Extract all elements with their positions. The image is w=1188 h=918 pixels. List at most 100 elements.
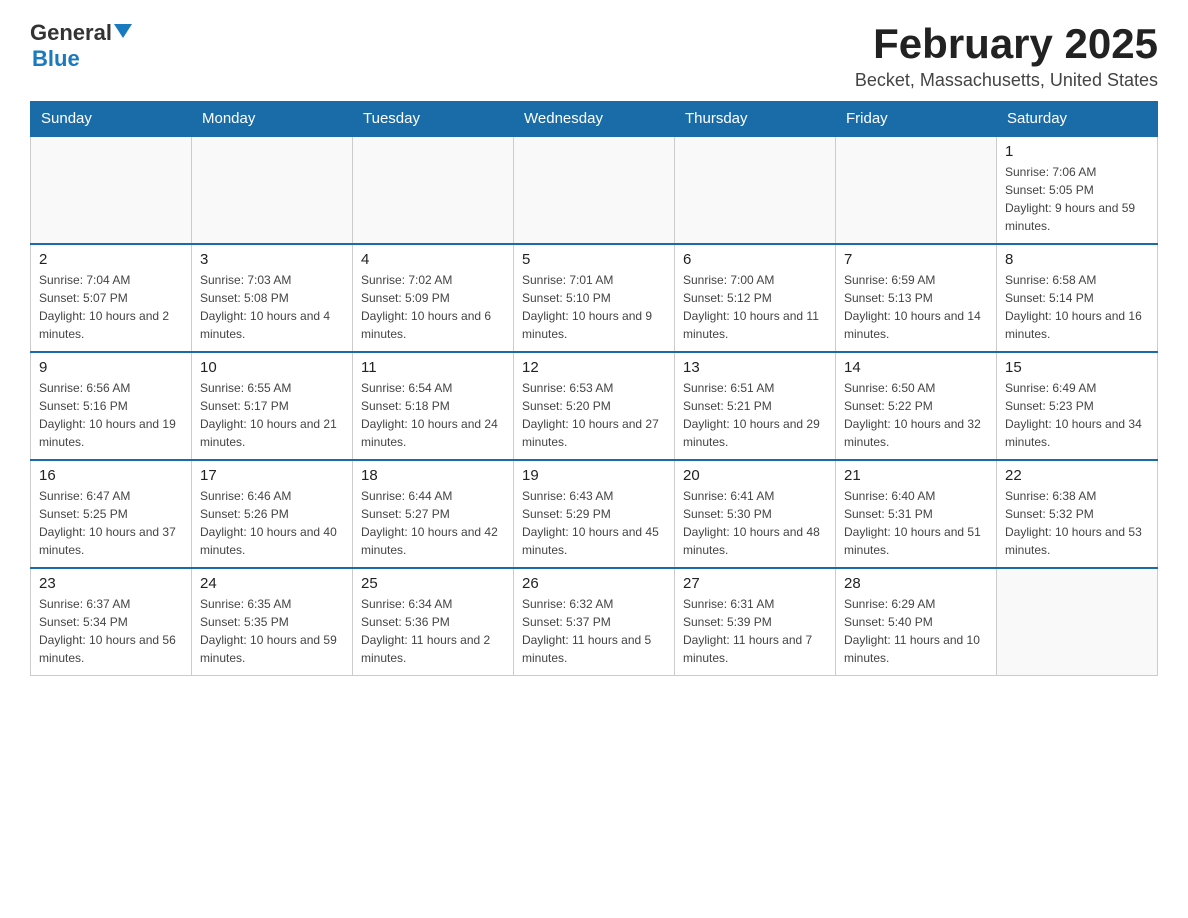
day-number: 1 bbox=[1005, 143, 1149, 160]
day-info: Sunrise: 6:55 AM Sunset: 5:17 PM Dayligh… bbox=[200, 379, 344, 451]
day-number: 16 bbox=[39, 467, 183, 484]
day-info: Sunrise: 6:46 AM Sunset: 5:26 PM Dayligh… bbox=[200, 487, 344, 559]
calendar-cell: 22Sunrise: 6:38 AM Sunset: 5:32 PM Dayli… bbox=[997, 460, 1158, 568]
day-number: 7 bbox=[844, 251, 988, 268]
page-header: General Blue February 2025 Becket, Massa… bbox=[30, 20, 1158, 91]
day-number: 13 bbox=[683, 359, 827, 376]
day-info: Sunrise: 7:01 AM Sunset: 5:10 PM Dayligh… bbox=[522, 271, 666, 343]
day-number: 17 bbox=[200, 467, 344, 484]
weekday-header-sunday: Sunday bbox=[31, 102, 192, 137]
day-info: Sunrise: 7:00 AM Sunset: 5:12 PM Dayligh… bbox=[683, 271, 827, 343]
calendar-cell: 4 Sunrise: 7:02 AM Sunset: 5:09 PM Daylig… bbox=[353, 244, 514, 352]
day-number: 25 bbox=[361, 575, 505, 592]
weekday-header-tuesday: Tuesday bbox=[353, 102, 514, 137]
day-number: 10 bbox=[200, 359, 344, 376]
day-number: 21 bbox=[844, 467, 988, 484]
calendar-cell: 19Sunrise: 6:43 AM Sunset: 5:29 PM Dayli… bbox=[514, 460, 675, 568]
calendar-table: SundayMondayTuesdayWednesdayThursdayFrid… bbox=[30, 101, 1158, 676]
weekday-header-monday: Monday bbox=[192, 102, 353, 137]
day-number: 11 bbox=[361, 359, 505, 376]
calendar-cell: 2Sunrise: 7:04 AM Sunset: 5:07 PM Daylig… bbox=[31, 244, 192, 352]
calendar-cell bbox=[31, 136, 192, 244]
title-section: February 2025 Becket, Massachusetts, Uni… bbox=[855, 20, 1158, 91]
calendar-cell: 18 Sunrise: 6:44 AM Sunset: 5:27 PM Dayli… bbox=[353, 460, 514, 568]
logo-general-text: General bbox=[30, 20, 112, 46]
calendar-cell: 20 Sunrise: 6:41 AM Sunset: 5:30 PM Dayli… bbox=[675, 460, 836, 568]
calendar-cell bbox=[353, 136, 514, 244]
day-number: 23 bbox=[39, 575, 183, 592]
calendar-cell: 1Sunrise: 7:06 AM Sunset: 5:05 PM Daylig… bbox=[997, 136, 1158, 244]
calendar-cell: 13 Sunrise: 6:51 AM Sunset: 5:21 PM Dayli… bbox=[675, 352, 836, 460]
day-info: Sunrise: 6:44 AM Sunset: 5:27 PM Dayligh… bbox=[361, 487, 505, 559]
calendar-cell bbox=[514, 136, 675, 244]
calendar-cell: 21 Sunrise: 6:40 AM Sunset: 5:31 PM Dayli… bbox=[836, 460, 997, 568]
calendar-cell bbox=[192, 136, 353, 244]
calendar-cell: 10 Sunrise: 6:55 AM Sunset: 5:17 PM Dayli… bbox=[192, 352, 353, 460]
day-info: Sunrise: 6:40 AM Sunset: 5:31 PM Dayligh… bbox=[844, 487, 988, 559]
day-info: Sunrise: 6:43 AM Sunset: 5:29 PM Dayligh… bbox=[522, 487, 666, 559]
day-info: Sunrise: 6:47 AM Sunset: 5:25 PM Dayligh… bbox=[39, 487, 183, 559]
calendar-cell: 11 Sunrise: 6:54 AM Sunset: 5:18 PM Dayli… bbox=[353, 352, 514, 460]
day-info: Sunrise: 6:56 AM Sunset: 5:16 PM Dayligh… bbox=[39, 379, 183, 451]
logo: General Blue bbox=[30, 20, 132, 72]
calendar-cell: 16 Sunrise: 6:47 AM Sunset: 5:25 PM Dayli… bbox=[31, 460, 192, 568]
calendar-cell: 8 Sunrise: 6:58 AM Sunset: 5:14 PM Daylig… bbox=[997, 244, 1158, 352]
day-info: Sunrise: 6:59 AM Sunset: 5:13 PM Dayligh… bbox=[844, 271, 988, 343]
day-info: Sunrise: 6:50 AM Sunset: 5:22 PM Dayligh… bbox=[844, 379, 988, 451]
day-number: 18 bbox=[361, 467, 505, 484]
weekday-header-friday: Friday bbox=[836, 102, 997, 137]
calendar-cell: 14 Sunrise: 6:50 AM Sunset: 5:22 PM Dayli… bbox=[836, 352, 997, 460]
day-number: 27 bbox=[683, 575, 827, 592]
logo-blue-text: Blue bbox=[32, 46, 80, 71]
month-title: February 2025 bbox=[855, 20, 1158, 68]
calendar-cell: 27Sunrise: 6:31 AM Sunset: 5:39 PM Dayli… bbox=[675, 568, 836, 676]
day-number: 4 bbox=[361, 251, 505, 268]
day-info: Sunrise: 7:04 AM Sunset: 5:07 PM Dayligh… bbox=[39, 271, 183, 343]
day-number: 20 bbox=[683, 467, 827, 484]
day-number: 8 bbox=[1005, 251, 1149, 268]
day-number: 9 bbox=[39, 359, 183, 376]
calendar-week-row: 16 Sunrise: 6:47 AM Sunset: 5:25 PM Dayli… bbox=[31, 460, 1158, 568]
calendar-week-row: 1Sunrise: 7:06 AM Sunset: 5:05 PM Daylig… bbox=[31, 136, 1158, 244]
calendar-cell bbox=[675, 136, 836, 244]
day-info: Sunrise: 6:51 AM Sunset: 5:21 PM Dayligh… bbox=[683, 379, 827, 451]
day-number: 15 bbox=[1005, 359, 1149, 376]
calendar-cell: 6 Sunrise: 7:00 AM Sunset: 5:12 PM Daylig… bbox=[675, 244, 836, 352]
day-info: Sunrise: 6:35 AM Sunset: 5:35 PM Dayligh… bbox=[200, 595, 344, 667]
day-info: Sunrise: 6:37 AM Sunset: 5:34 PM Dayligh… bbox=[39, 595, 183, 667]
weekday-header-wednesday: Wednesday bbox=[514, 102, 675, 137]
day-info: Sunrise: 6:32 AM Sunset: 5:37 PM Dayligh… bbox=[522, 595, 666, 667]
calendar-cell: 23 Sunrise: 6:37 AM Sunset: 5:34 PM Dayli… bbox=[31, 568, 192, 676]
day-number: 14 bbox=[844, 359, 988, 376]
calendar-week-row: 2Sunrise: 7:04 AM Sunset: 5:07 PM Daylig… bbox=[31, 244, 1158, 352]
day-info: Sunrise: 6:54 AM Sunset: 5:18 PM Dayligh… bbox=[361, 379, 505, 451]
day-number: 3 bbox=[200, 251, 344, 268]
day-number: 5 bbox=[522, 251, 666, 268]
day-info: Sunrise: 7:02 AM Sunset: 5:09 PM Dayligh… bbox=[361, 271, 505, 343]
location-title: Becket, Massachusetts, United States bbox=[855, 70, 1158, 91]
day-number: 12 bbox=[522, 359, 666, 376]
day-info: Sunrise: 6:41 AM Sunset: 5:30 PM Dayligh… bbox=[683, 487, 827, 559]
day-number: 22 bbox=[1005, 467, 1149, 484]
calendar-cell: 26Sunrise: 6:32 AM Sunset: 5:37 PM Dayli… bbox=[514, 568, 675, 676]
calendar-week-row: 23 Sunrise: 6:37 AM Sunset: 5:34 PM Dayli… bbox=[31, 568, 1158, 676]
logo-triangle-icon bbox=[114, 24, 132, 38]
day-number: 6 bbox=[683, 251, 827, 268]
day-info: Sunrise: 6:29 AM Sunset: 5:40 PM Dayligh… bbox=[844, 595, 988, 667]
weekday-header-saturday: Saturday bbox=[997, 102, 1158, 137]
calendar-cell: 5 Sunrise: 7:01 AM Sunset: 5:10 PM Daylig… bbox=[514, 244, 675, 352]
day-number: 24 bbox=[200, 575, 344, 592]
calendar-cell bbox=[997, 568, 1158, 676]
calendar-header-row: SundayMondayTuesdayWednesdayThursdayFrid… bbox=[31, 102, 1158, 137]
day-info: Sunrise: 6:34 AM Sunset: 5:36 PM Dayligh… bbox=[361, 595, 505, 667]
calendar-cell: 24 Sunrise: 6:35 AM Sunset: 5:35 PM Dayli… bbox=[192, 568, 353, 676]
calendar-cell: 9 Sunrise: 6:56 AM Sunset: 5:16 PM Daylig… bbox=[31, 352, 192, 460]
calendar-cell: 12Sunrise: 6:53 AM Sunset: 5:20 PM Dayli… bbox=[514, 352, 675, 460]
calendar-week-row: 9 Sunrise: 6:56 AM Sunset: 5:16 PM Daylig… bbox=[31, 352, 1158, 460]
calendar-cell: 17 Sunrise: 6:46 AM Sunset: 5:26 PM Dayli… bbox=[192, 460, 353, 568]
weekday-header-thursday: Thursday bbox=[675, 102, 836, 137]
calendar-cell: 7 Sunrise: 6:59 AM Sunset: 5:13 PM Daylig… bbox=[836, 244, 997, 352]
calendar-cell: 3Sunrise: 7:03 AM Sunset: 5:08 PM Daylig… bbox=[192, 244, 353, 352]
day-info: Sunrise: 6:58 AM Sunset: 5:14 PM Dayligh… bbox=[1005, 271, 1149, 343]
calendar-cell: 15Sunrise: 6:49 AM Sunset: 5:23 PM Dayli… bbox=[997, 352, 1158, 460]
